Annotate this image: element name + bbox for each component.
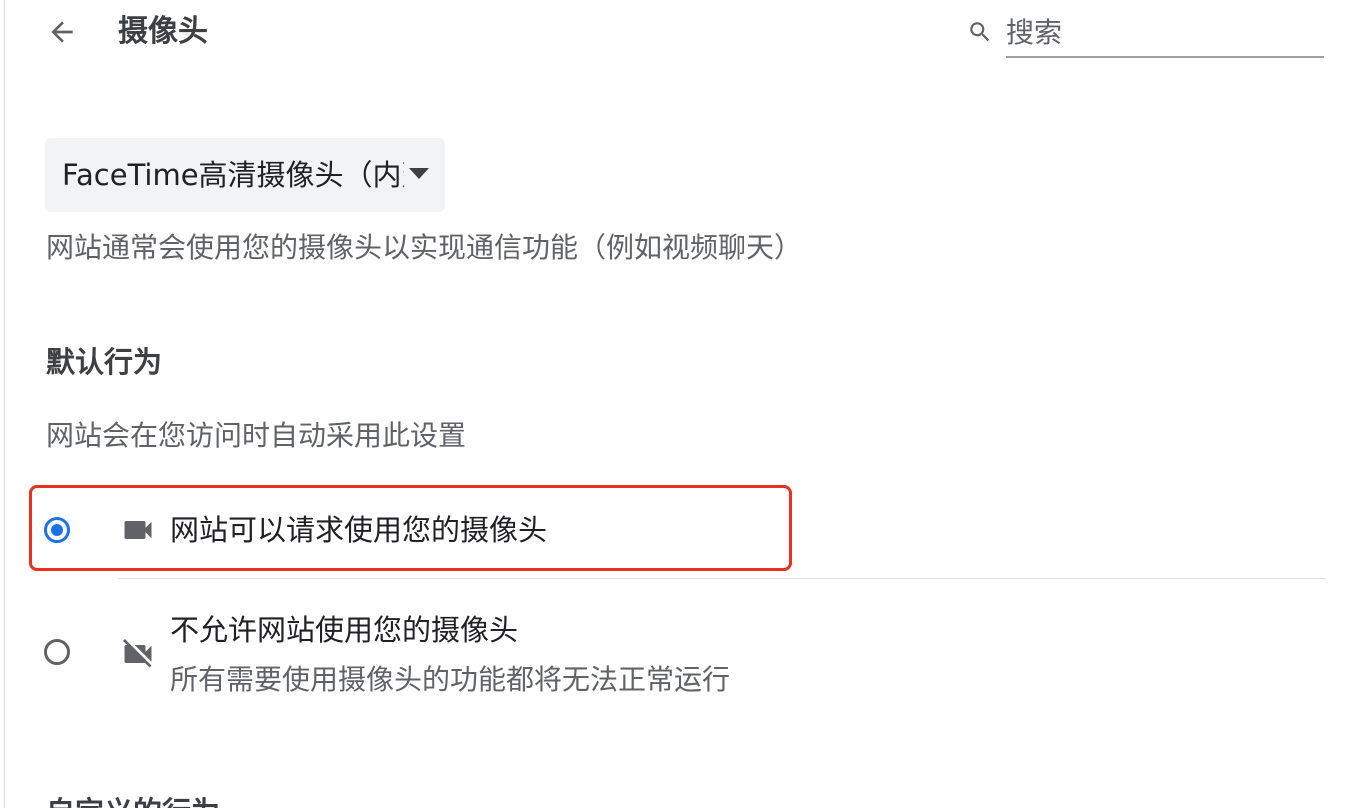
back-button[interactable]	[40, 10, 84, 54]
radio-allow[interactable]	[44, 517, 70, 543]
search-icon[interactable]	[966, 18, 994, 46]
option-allow-label: 网站可以请求使用您的摄像头	[170, 513, 548, 547]
page-header: 摄像头	[0, 0, 1370, 64]
divider	[118, 578, 1326, 579]
radio-block[interactable]	[44, 639, 70, 665]
arrow-back-icon	[51, 21, 73, 43]
search-input[interactable]	[1006, 8, 1324, 58]
camera-description: 网站通常会使用您的摄像头以实现通信功能（例如视频聊天）	[46, 231, 803, 264]
page-title: 摄像头	[118, 14, 208, 49]
camera-select-dropdown[interactable]: FaceTime高清摄像头（内建）	[45, 138, 445, 212]
videocam-off-icon	[118, 634, 158, 674]
option-block-label: 不允许网站使用您的摄像头	[170, 613, 519, 647]
search-box	[966, 8, 1326, 60]
camera-select-value: FaceTime高清摄像头（内建）	[62, 158, 404, 192]
default-behavior-heading: 默认行为	[46, 345, 163, 379]
option-block-camera[interactable]: 不允许网站使用您的摄像头 所有需要使用摄像头的功能都将无法正常运行	[0, 590, 1370, 720]
default-behavior-subtitle: 网站会在您访问时自动采用此设置	[46, 419, 467, 452]
videocam-icon	[118, 510, 158, 550]
custom-behavior-heading: 自定义的行为	[46, 790, 220, 808]
dropdown-arrow-icon	[409, 168, 429, 179]
option-allow-camera[interactable]: 网站可以请求使用您的摄像头	[0, 490, 1370, 574]
option-block-sublabel: 所有需要使用摄像头的功能都将无法正常运行	[170, 663, 731, 696]
camera-settings-page: 摄像头 FaceTime高清摄像头（内建） 网站通常会使用您的摄像头以实现通信功…	[0, 0, 1370, 808]
